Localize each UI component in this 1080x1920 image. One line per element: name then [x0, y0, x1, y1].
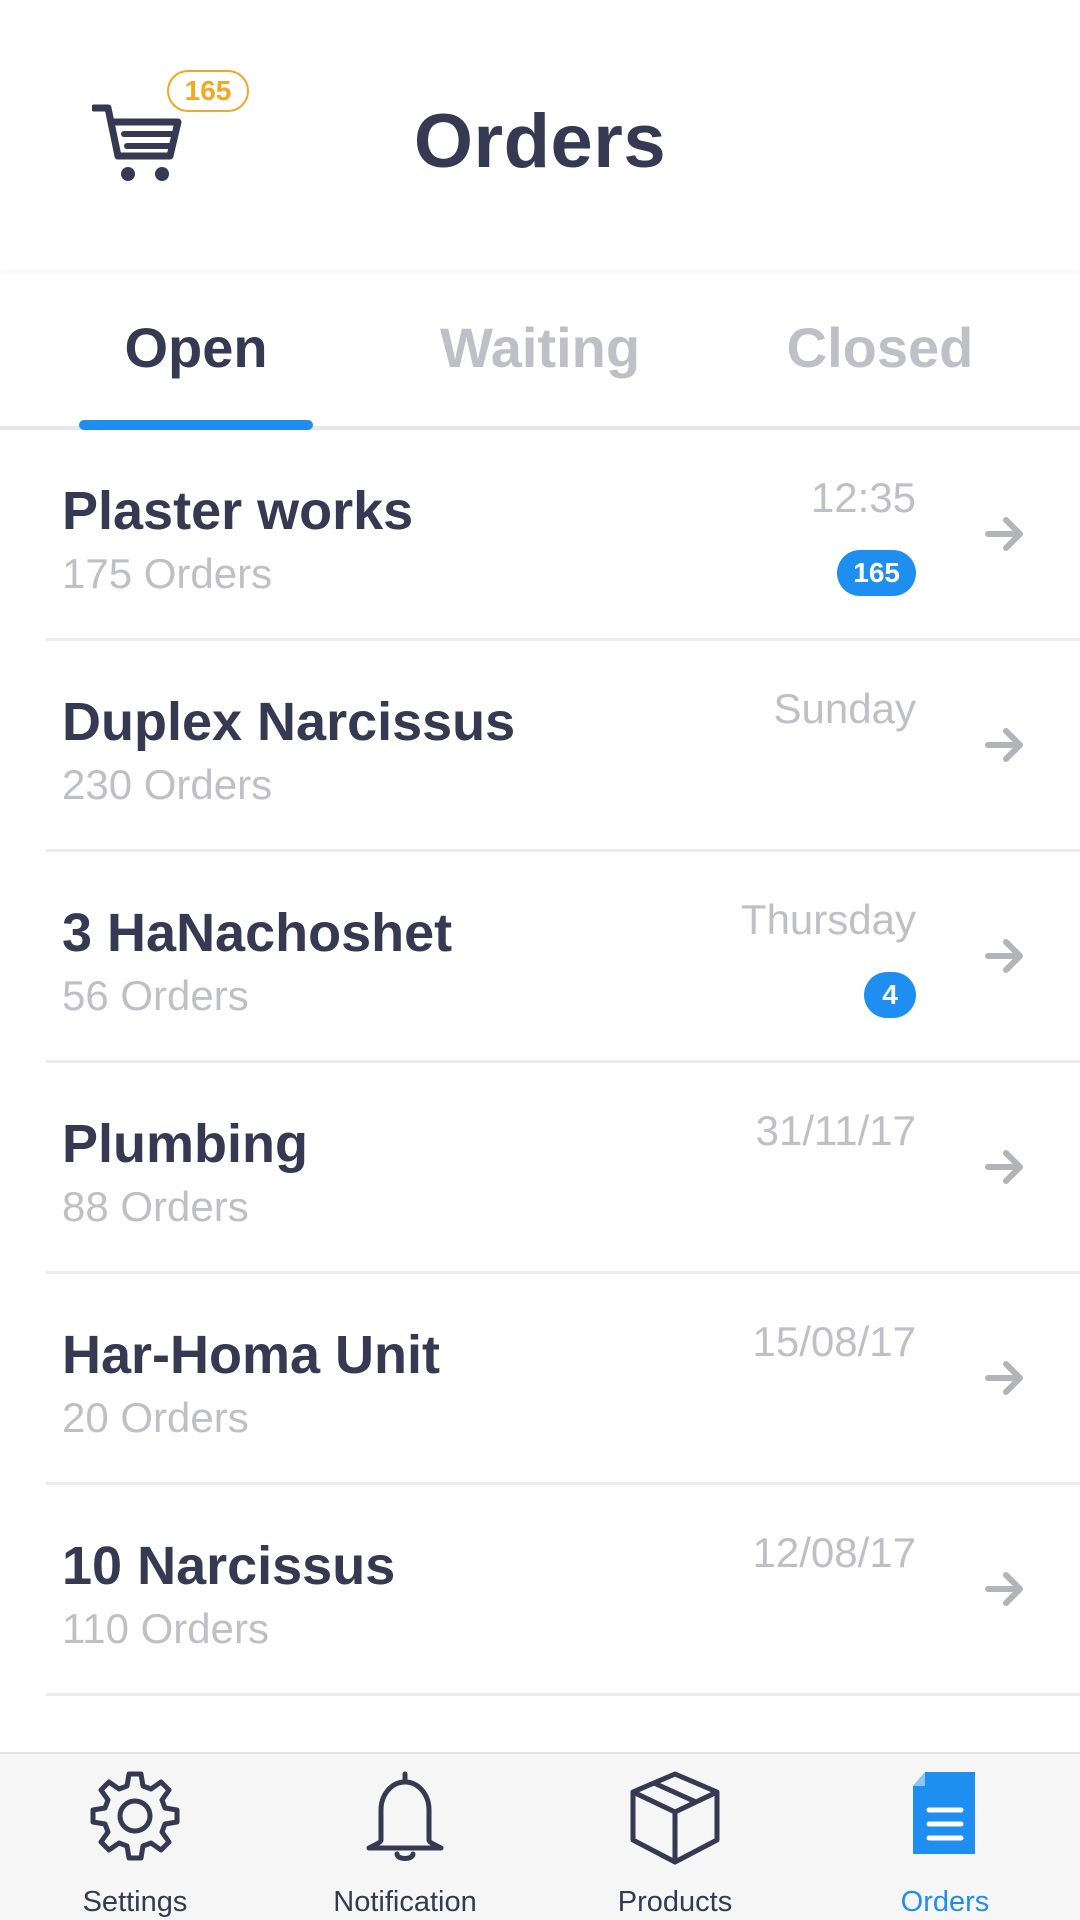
order-count: 230 Orders — [62, 761, 273, 808]
order-title: Plaster works — [62, 481, 414, 541]
order-title: 3 HaNachoshet — [62, 903, 453, 963]
page-title: Orders — [413, 99, 667, 184]
order-time: 12:35 — [810, 474, 916, 521]
order-time: 12/08/17 — [752, 1529, 917, 1576]
nav-settings[interactable]: Settings — [0, 1754, 270, 1920]
order-time: 31/11/17 — [755, 1107, 916, 1154]
order-title: Har-Homa Unit — [62, 1325, 441, 1385]
orders-list: Plaster works 175 Orders 12:35 165 Duple… — [0, 430, 1080, 1696]
list-item[interactable]: 3 HaNachoshet 56 Orders Thursday 4 — [0, 852, 1080, 1063]
unread-badge: 165 — [837, 550, 916, 596]
nav-label: Products — [617, 1886, 733, 1918]
nav-label: Notification — [333, 1886, 477, 1918]
list-item[interactable]: Plumbing 88 Orders 31/11/17 — [0, 1063, 1080, 1274]
order-time: 15/08/17 — [752, 1318, 917, 1365]
nav-notification[interactable]: Notification — [270, 1754, 540, 1920]
tab-open[interactable]: Open — [46, 315, 346, 395]
order-status-tabs: Open Waiting Closed — [0, 270, 1080, 430]
app-header: 165 Orders — [0, 0, 1080, 270]
order-time: Sunday — [773, 685, 916, 732]
nav-orders[interactable]: Orders — [810, 1754, 1080, 1920]
order-title: 10 Narcissus — [62, 1536, 396, 1596]
box-icon — [630, 1771, 720, 1865]
order-time: Thursday — [740, 896, 916, 943]
arrow-right-icon[interactable] — [984, 1567, 1028, 1611]
order-title: Plumbing — [62, 1114, 308, 1174]
active-tab-indicator — [79, 420, 313, 430]
nav-label: Settings — [82, 1886, 188, 1918]
order-count: 56 Orders — [62, 972, 249, 1019]
unread-badge: 4 — [864, 972, 916, 1018]
order-count: 88 Orders — [62, 1183, 249, 1230]
order-title: Duplex Narcissus — [62, 692, 516, 752]
arrow-right-icon[interactable] — [984, 1356, 1028, 1400]
nav-products[interactable]: Products — [540, 1754, 810, 1920]
bell-icon — [366, 1771, 444, 1861]
list-item[interactable]: Plaster works 175 Orders 12:35 165 — [0, 430, 1080, 641]
nav-label: Orders — [900, 1886, 990, 1918]
order-count: 110 Orders — [62, 1605, 269, 1652]
list-item[interactable]: Har-Homa Unit 20 Orders 15/08/17 — [0, 1274, 1080, 1485]
arrow-right-icon[interactable] — [984, 934, 1028, 978]
tab-closed[interactable]: Closed — [730, 315, 1030, 395]
arrow-right-icon[interactable] — [984, 512, 1028, 556]
document-icon — [913, 1772, 975, 1854]
order-count: 20 Orders — [62, 1394, 249, 1441]
tab-waiting[interactable]: Waiting — [390, 315, 690, 395]
arrow-right-icon[interactable] — [984, 723, 1028, 767]
arrow-right-icon[interactable] — [984, 1145, 1028, 1189]
list-item[interactable]: 10 Narcissus 110 Orders 12/08/17 — [0, 1485, 1080, 1696]
gear-icon — [90, 1771, 180, 1861]
bottom-navigation: Settings Notification Products Orders — [0, 1752, 1080, 1920]
orders-screen: 165 Orders Open Waiting Closed Plaster w… — [0, 0, 1080, 1920]
order-count: 175 Orders — [62, 550, 273, 597]
list-item[interactable]: Duplex Narcissus 230 Orders Sunday — [0, 641, 1080, 852]
